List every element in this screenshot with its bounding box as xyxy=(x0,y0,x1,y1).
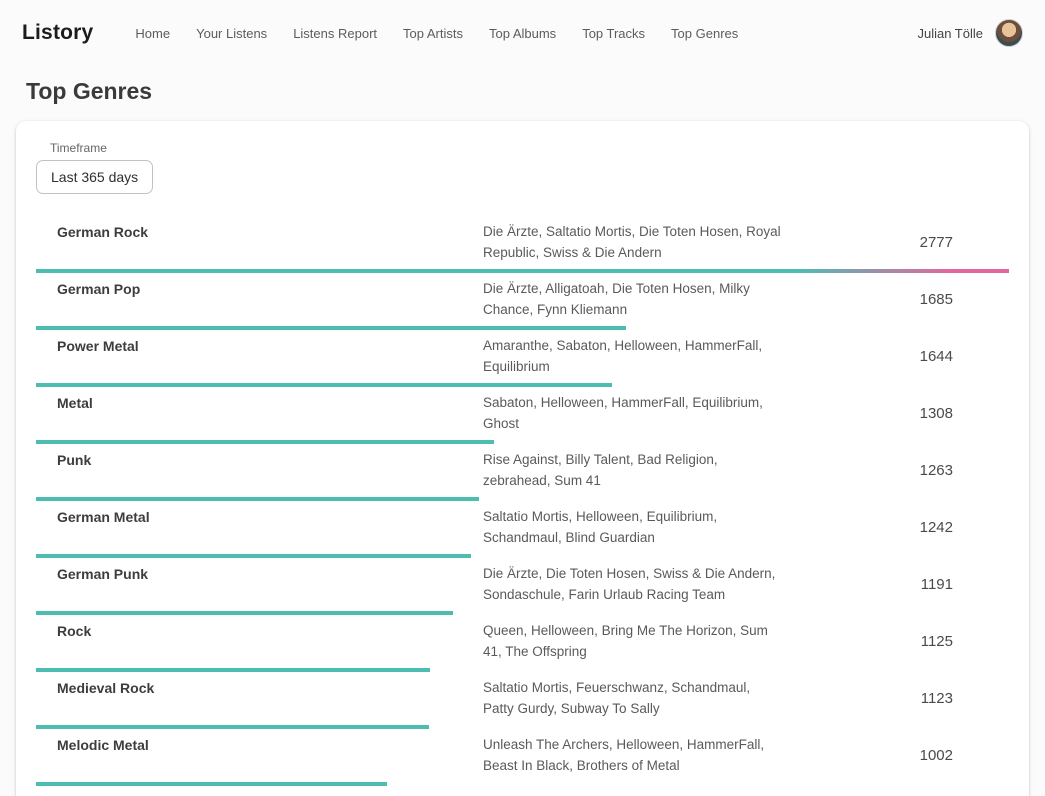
genre-listen-count: 1308 xyxy=(783,392,1009,434)
genre-top-artists: Bukahara, Käptn Peng, KYTES, Von Wegen L… xyxy=(483,791,783,796)
genre-top-artists: Die Ärzte, Alligatoah, Die Toten Hosen, … xyxy=(483,278,783,320)
user-name: Julian Tölle xyxy=(917,26,983,41)
app-viewport: Listory Home Your Listens Listens Report… xyxy=(0,0,1045,796)
nav-item-listens-report[interactable]: Listens Report xyxy=(293,26,377,41)
user-menu[interactable]: Julian Tölle xyxy=(917,19,1023,47)
genre-row: PunkRise Against, Billy Talent, Bad Reli… xyxy=(36,444,1009,501)
genre-top-artists: Queen, Helloween, Bring Me The Horizon, … xyxy=(483,620,783,662)
genre-row: German PopDie Ärzte, Alligatoah, Die Tot… xyxy=(36,273,1009,330)
page-title: Top Genres xyxy=(0,78,1045,105)
genre-top-artists: Saltatio Mortis, Helloween, Equilibrium,… xyxy=(483,506,783,548)
nav-item-top-tracks[interactable]: Top Tracks xyxy=(582,26,645,41)
genre-listen-count: 1002 xyxy=(783,734,1009,776)
genre-row: RockQueen, Helloween, Bring Me The Horiz… xyxy=(36,615,1009,672)
genre-name: German Punk xyxy=(36,563,483,605)
genre-row: German IndieBukahara, Käptn Peng, KYTES,… xyxy=(36,786,1009,796)
genre-top-artists: Unleash The Archers, Helloween, HammerFa… xyxy=(483,734,783,776)
timeframe-filter: Timeframe Last 365 days xyxy=(36,141,1009,194)
nav-links: Home Your Listens Listens Report Top Art… xyxy=(135,26,917,41)
genre-name: Punk xyxy=(36,449,483,491)
genre-row: Melodic MetalUnleash The Archers, Hellow… xyxy=(36,729,1009,786)
genre-name: Metal xyxy=(36,392,483,434)
genre-name: German Pop xyxy=(36,278,483,320)
genre-name: Melodic Metal xyxy=(36,734,483,776)
genre-row: German RockDie Ärzte, Saltatio Mortis, D… xyxy=(36,216,1009,273)
genre-name: Power Metal xyxy=(36,335,483,377)
genre-row: Power MetalAmaranthe, Sabaton, Helloween… xyxy=(36,330,1009,387)
nav-item-home[interactable]: Home xyxy=(135,26,170,41)
genre-top-artists: Die Ärzte, Saltatio Mortis, Die Toten Ho… xyxy=(483,221,783,263)
app-logo[interactable]: Listory xyxy=(22,21,93,45)
top-genres-card: Timeframe Last 365 days German RockDie Ä… xyxy=(16,121,1029,796)
genre-listen-count: 1644 xyxy=(783,335,1009,377)
nav-item-your-listens[interactable]: Your Listens xyxy=(196,26,267,41)
timeframe-label: Timeframe xyxy=(36,141,1009,155)
genre-listen-count: 926 xyxy=(783,791,1009,796)
genre-listen-count: 1685 xyxy=(783,278,1009,320)
genre-top-artists: Die Ärzte, Die Toten Hosen, Swiss & Die … xyxy=(483,563,783,605)
genre-name: German Metal xyxy=(36,506,483,548)
nav-item-top-albums[interactable]: Top Albums xyxy=(489,26,556,41)
genre-listen-count: 1123 xyxy=(783,677,1009,719)
genre-row: German MetalSaltatio Mortis, Helloween, … xyxy=(36,501,1009,558)
genre-top-artists: Amaranthe, Sabaton, Helloween, HammerFal… xyxy=(483,335,783,377)
genre-listen-count: 1263 xyxy=(783,449,1009,491)
genre-name: Rock xyxy=(36,620,483,662)
genre-listen-count: 1191 xyxy=(783,563,1009,605)
genre-row: German PunkDie Ärzte, Die Toten Hosen, S… xyxy=(36,558,1009,615)
genre-row: MetalSabaton, Helloween, HammerFall, Equ… xyxy=(36,387,1009,444)
timeframe-select[interactable]: Last 365 days xyxy=(36,160,153,194)
genre-name: German Rock xyxy=(36,221,483,263)
genre-name: Medieval Rock xyxy=(36,677,483,719)
genre-row: Medieval RockSaltatio Mortis, Feuerschwa… xyxy=(36,672,1009,729)
top-nav: Listory Home Your Listens Listens Report… xyxy=(0,0,1045,66)
genre-top-artists: Saltatio Mortis, Feuerschwanz, Schandmau… xyxy=(483,677,783,719)
genre-listen-count: 1242 xyxy=(783,506,1009,548)
genre-top-artists: Rise Against, Billy Talent, Bad Religion… xyxy=(483,449,783,491)
nav-item-top-genres[interactable]: Top Genres xyxy=(671,26,738,41)
genre-table: German RockDie Ärzte, Saltatio Mortis, D… xyxy=(36,216,1009,796)
genre-listen-count: 2777 xyxy=(783,221,1009,263)
genre-name: German Indie xyxy=(36,791,483,796)
user-avatar[interactable] xyxy=(995,19,1023,47)
genre-listen-count: 1125 xyxy=(783,620,1009,662)
genre-top-artists: Sabaton, Helloween, HammerFall, Equilibr… xyxy=(483,392,783,434)
nav-item-top-artists[interactable]: Top Artists xyxy=(403,26,463,41)
